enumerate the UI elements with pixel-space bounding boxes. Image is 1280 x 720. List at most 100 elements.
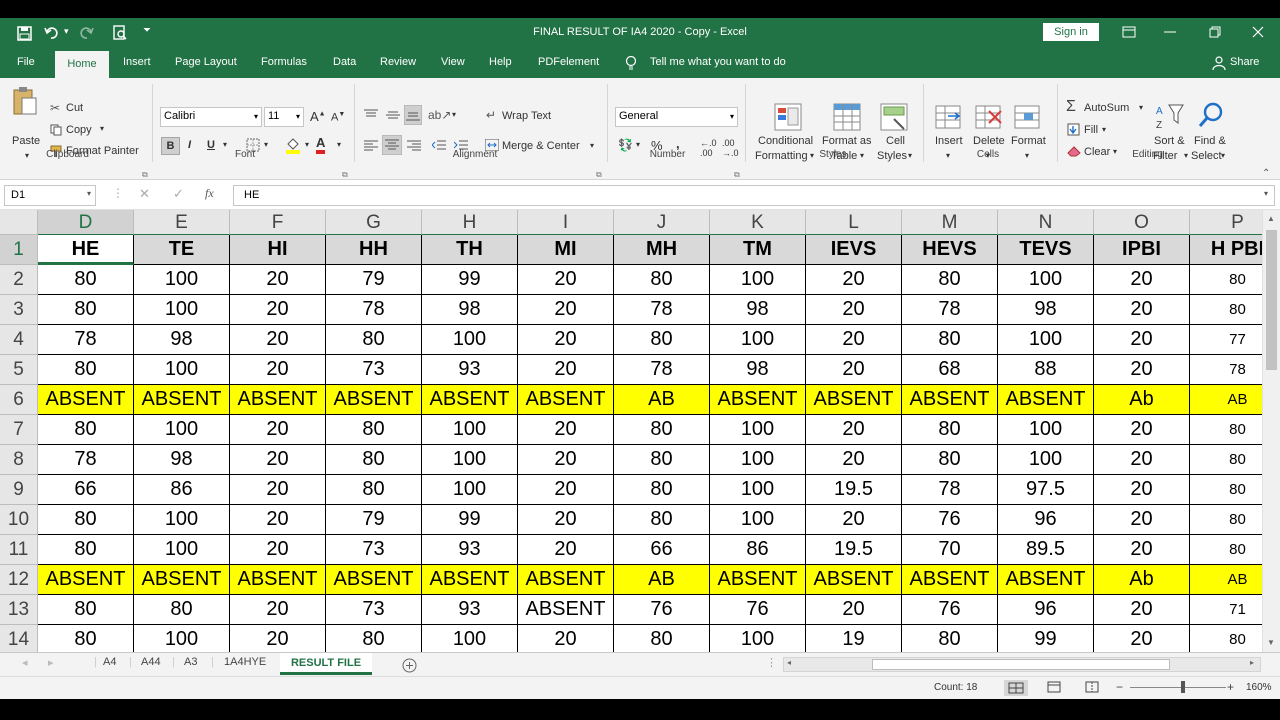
cell-k6[interactable]: ABSENT bbox=[710, 385, 806, 415]
find-dropdown-icon[interactable]: ▾ bbox=[1221, 151, 1225, 160]
cell-i1[interactable]: MI bbox=[518, 235, 614, 265]
decrease-font-icon[interactable]: A▼ bbox=[331, 111, 345, 124]
cell-n5[interactable]: 88 bbox=[998, 355, 1094, 385]
format-cells-button[interactable]: Format bbox=[1011, 135, 1046, 147]
cell-j6[interactable]: AB bbox=[614, 385, 710, 415]
insert-dropdown-icon[interactable]: ▾ bbox=[946, 151, 950, 160]
cell-o12[interactable]: Ab bbox=[1094, 565, 1190, 595]
minimize-icon[interactable] bbox=[1164, 31, 1176, 33]
cell-f10[interactable]: 20 bbox=[230, 505, 326, 535]
cell-e5[interactable]: 100 bbox=[134, 355, 230, 385]
merge-dropdown-icon[interactable]: ▾ bbox=[590, 141, 594, 150]
zoom-out-icon[interactable]: − bbox=[1116, 680, 1123, 694]
format-as-table-button[interactable]: Format as bbox=[822, 135, 872, 147]
cell-f2[interactable]: 20 bbox=[230, 265, 326, 295]
cell-d3[interactable]: 80 bbox=[38, 295, 134, 325]
conditional-formatting-button[interactable]: Conditional bbox=[758, 135, 813, 147]
cell-d9[interactable]: 66 bbox=[38, 475, 134, 505]
row-header-13[interactable]: 13 bbox=[0, 595, 38, 625]
insert-cells-icon[interactable] bbox=[935, 103, 963, 131]
tab-review[interactable]: Review bbox=[380, 56, 416, 68]
cell-g13[interactable]: 73 bbox=[326, 595, 422, 625]
cell-i14[interactable]: 20 bbox=[518, 625, 614, 652]
cell-h11[interactable]: 93 bbox=[422, 535, 518, 565]
increase-font-icon[interactable]: A▲ bbox=[310, 109, 326, 124]
column-header-k[interactable]: K bbox=[710, 210, 806, 235]
cell-f6[interactable]: ABSENT bbox=[230, 385, 326, 415]
scroll-thumb[interactable] bbox=[1266, 230, 1277, 370]
cell-e7[interactable]: 100 bbox=[134, 415, 230, 445]
cell-l4[interactable]: 20 bbox=[806, 325, 902, 355]
cell-i7[interactable]: 20 bbox=[518, 415, 614, 445]
expand-formula-icon[interactable]: ▾ bbox=[1264, 189, 1268, 198]
cell-d11[interactable]: 80 bbox=[38, 535, 134, 565]
row-header-10[interactable]: 10 bbox=[0, 505, 38, 535]
column-header-l[interactable]: L bbox=[806, 210, 902, 235]
column-header-e[interactable]: E bbox=[134, 210, 230, 235]
cell-m3[interactable]: 78 bbox=[902, 295, 998, 325]
cell-h6[interactable]: ABSENT bbox=[422, 385, 518, 415]
horizontal-scroll-thumb[interactable] bbox=[872, 659, 1170, 670]
cell-o1[interactable]: IPBI bbox=[1094, 235, 1190, 265]
cell-n6[interactable]: ABSENT bbox=[998, 385, 1094, 415]
column-header-o[interactable]: O bbox=[1094, 210, 1190, 235]
cell-l7[interactable]: 20 bbox=[806, 415, 902, 445]
row-header-9[interactable]: 9 bbox=[0, 475, 38, 505]
cell-d13[interactable]: 80 bbox=[38, 595, 134, 625]
cell-m11[interactable]: 70 bbox=[902, 535, 998, 565]
cell-j14[interactable]: 80 bbox=[614, 625, 710, 652]
fill-color-dropdown-icon[interactable]: ▾ bbox=[305, 140, 309, 149]
cell-j5[interactable]: 78 bbox=[614, 355, 710, 385]
sort-dropdown-icon[interactable]: ▾ bbox=[1184, 151, 1188, 160]
cell-i4[interactable]: 20 bbox=[518, 325, 614, 355]
tab-data[interactable]: Data bbox=[333, 56, 356, 68]
cell-i11[interactable]: 20 bbox=[518, 535, 614, 565]
cell-f8[interactable]: 20 bbox=[230, 445, 326, 475]
cell-h5[interactable]: 93 bbox=[422, 355, 518, 385]
zoom-in-icon[interactable]: + bbox=[1227, 680, 1234, 694]
format-table-dropdown-icon[interactable]: ▾ bbox=[860, 151, 864, 160]
cell-g3[interactable]: 78 bbox=[326, 295, 422, 325]
cell-e4[interactable]: 98 bbox=[134, 325, 230, 355]
borders-dropdown-icon[interactable]: ▾ bbox=[264, 140, 268, 149]
font-color-icon[interactable]: A bbox=[316, 136, 326, 154]
cell-m7[interactable]: 80 bbox=[902, 415, 998, 445]
fill-color-icon[interactable] bbox=[284, 136, 302, 154]
row-header-4[interactable]: 4 bbox=[0, 325, 38, 355]
row-header-1[interactable]: 1 bbox=[0, 235, 38, 265]
tab-page-layout[interactable]: Page Layout bbox=[175, 56, 237, 68]
cell-g14[interactable]: 80 bbox=[326, 625, 422, 652]
column-header-g[interactable]: G bbox=[326, 210, 422, 235]
row-header-14[interactable]: 14 bbox=[0, 625, 38, 652]
cell-o6[interactable]: Ab bbox=[1094, 385, 1190, 415]
cell-f12[interactable]: ABSENT bbox=[230, 565, 326, 595]
sheet-tab-a4[interactable]: A4 bbox=[103, 656, 116, 668]
align-middle-icon[interactable] bbox=[386, 109, 400, 121]
autosum-icon[interactable]: Σ bbox=[1066, 98, 1076, 116]
cell-k4[interactable]: 100 bbox=[710, 325, 806, 355]
scroll-left-icon[interactable]: ◂ bbox=[787, 658, 791, 667]
cell-g12[interactable]: ABSENT bbox=[326, 565, 422, 595]
zoom-level[interactable]: 160% bbox=[1246, 682, 1272, 693]
tab-file[interactable]: File bbox=[17, 56, 35, 68]
cell-j13[interactable]: 76 bbox=[614, 595, 710, 625]
cell-d10[interactable]: 80 bbox=[38, 505, 134, 535]
cell-i10[interactable]: 20 bbox=[518, 505, 614, 535]
cell-f5[interactable]: 20 bbox=[230, 355, 326, 385]
eraser-icon[interactable] bbox=[1067, 145, 1081, 157]
copy-icon[interactable] bbox=[50, 124, 62, 136]
cell-h7[interactable]: 100 bbox=[422, 415, 518, 445]
tab-home[interactable]: Home bbox=[55, 51, 109, 78]
column-header-h[interactable]: H bbox=[422, 210, 518, 235]
cell-i8[interactable]: 20 bbox=[518, 445, 614, 475]
font-launcher-icon[interactable]: ⧉ bbox=[342, 170, 348, 180]
tab-formulas[interactable]: Formulas bbox=[261, 56, 307, 68]
paste-dropdown-icon[interactable]: ▾ bbox=[25, 151, 29, 160]
row-header-2[interactable]: 2 bbox=[0, 265, 38, 295]
share-person-icon[interactable] bbox=[1212, 56, 1226, 70]
cell-j12[interactable]: AB bbox=[614, 565, 710, 595]
cell-k5[interactable]: 98 bbox=[710, 355, 806, 385]
wrap-text-button[interactable]: Wrap Text bbox=[502, 110, 551, 122]
cell-o5[interactable]: 20 bbox=[1094, 355, 1190, 385]
autosum-dropdown-icon[interactable]: ▾ bbox=[1139, 103, 1143, 112]
